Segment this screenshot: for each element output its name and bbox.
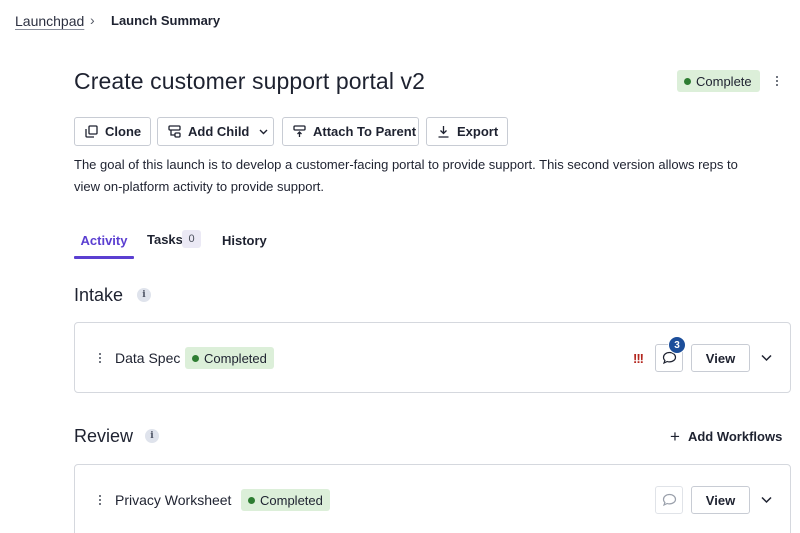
page-title: Create customer support portal v2 <box>74 68 426 94</box>
tab-tasks[interactable]: Tasks <box>147 232 183 247</box>
add-workflows-button[interactable]: + Add Workflows <box>670 426 783 446</box>
launch-description: The goal of this launch is to develop a … <box>74 157 738 194</box>
status-dot <box>684 77 691 85</box>
view-button[interactable]: View <box>691 344 750 372</box>
status-dot <box>248 496 255 504</box>
chevron-down-icon[interactable] <box>758 491 774 507</box>
add-child-button[interactable]: Add Child <box>157 117 274 146</box>
clone-button[interactable]: Clone <box>74 117 151 146</box>
add-workflows-label: Add Workflows <box>687 429 783 444</box>
breadcrumb-launchpad-link[interactable]: Launchpad <box>15 13 84 29</box>
info-icon[interactable]: i <box>137 288 151 302</box>
section-title-intake: Intake <box>74 285 124 305</box>
export-label: Export <box>457 124 499 139</box>
intake-workflow-card: Data Spec Completed !!! 3 View <box>74 322 791 393</box>
info-icon[interactable]: i <box>145 429 159 443</box>
review-workflow-card: Privacy Worksheet Completed View <box>74 464 791 533</box>
attach-parent-icon <box>293 125 306 137</box>
breadcrumb-current: Launch Summary <box>111 13 221 28</box>
status-label: Complete <box>696 73 752 89</box>
drag-handle-icon[interactable] <box>97 351 103 365</box>
download-icon <box>438 126 449 138</box>
workflow-status-label: Completed <box>204 350 267 366</box>
more-options-icon[interactable] <box>768 70 786 92</box>
comments-button[interactable] <box>655 486 683 514</box>
workflow-status-badge: Completed <box>241 489 330 511</box>
workflow-status-badge: Completed <box>185 347 274 369</box>
clone-label: Clone <box>105 124 142 139</box>
view-button[interactable]: View <box>691 486 750 514</box>
attach-to-parent-button[interactable]: Attach To Parent <box>282 117 419 146</box>
section-title-review: Review <box>74 426 134 446</box>
active-tab-indicator <box>74 256 134 259</box>
tab-history[interactable]: History <box>222 233 267 248</box>
add-child-label: Add Child <box>188 124 250 139</box>
breadcrumb-separator: › <box>90 12 95 28</box>
attach-to-parent-label: Attach To Parent <box>313 124 417 139</box>
workflow-name: Privacy Worksheet <box>115 492 232 508</box>
comment-icon <box>662 493 676 507</box>
tab-activity[interactable]: Activity <box>74 233 134 248</box>
plus-icon: + <box>670 426 680 446</box>
chevron-down-icon <box>259 129 268 135</box>
add-child-icon <box>168 125 181 138</box>
workflow-status-label: Completed <box>260 492 323 508</box>
top-bar: Launchpad › Launch Summary <box>0 0 800 43</box>
export-button[interactable]: Export <box>426 117 508 146</box>
workflow-name: Data Spec <box>115 350 181 366</box>
priority-indicator: !!! <box>633 351 644 366</box>
clone-icon <box>85 125 98 138</box>
status-dot <box>192 354 199 362</box>
tasks-count-badge: 0 <box>182 230 201 248</box>
status-badge: Complete <box>677 70 760 92</box>
comment-count-badge: 3 <box>668 336 686 354</box>
chevron-down-icon[interactable] <box>758 349 774 365</box>
drag-handle-icon[interactable] <box>97 493 103 507</box>
